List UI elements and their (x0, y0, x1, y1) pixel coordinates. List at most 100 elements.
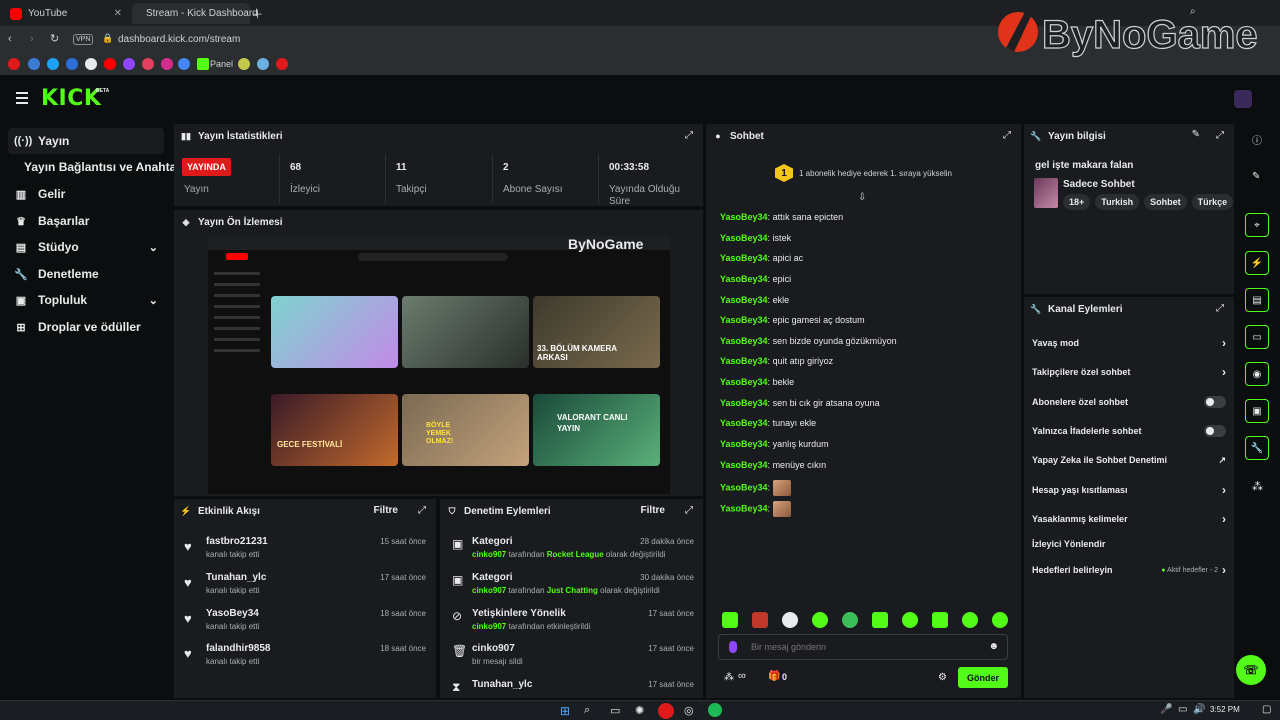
quick-action-button[interactable]: ⚡ (1245, 251, 1269, 275)
action-ai-moderation[interactable]: Yapay Zeka ile Sohbet Denetimi ↗ (1032, 450, 1226, 470)
emote-button[interactable] (812, 612, 828, 628)
chat-username[interactable]: YasoBey34 (720, 233, 768, 243)
chat-username[interactable]: YasoBey34 (720, 212, 768, 222)
new-tab-icon[interactable]: ＋ (252, 6, 263, 22)
moderator-name[interactable]: cinko907 (472, 550, 506, 559)
bookmark-icon[interactable] (161, 58, 173, 70)
community-icon[interactable]: ⁂ (1252, 480, 1263, 493)
settings-button[interactable]: 🔧 (1245, 436, 1269, 460)
nav-item-topluluk[interactable]: ▣ Topluluk ⌄ (8, 287, 164, 313)
emote-button[interactable] (872, 612, 888, 628)
action-goals[interactable]: Hedefleri belirleyin ● Aktif hedefler - … (1032, 560, 1226, 580)
send-button[interactable]: Gönder (958, 667, 1008, 688)
nav-item-studyo[interactable]: ▤ Stüdyo ⌄ (8, 234, 164, 260)
emote-button[interactable] (932, 612, 948, 628)
chat-username[interactable]: YasoBey34 (720, 482, 768, 492)
subscribers-only-toggle[interactable] (1204, 396, 1226, 408)
support-chat-button[interactable]: ☏ (1236, 655, 1266, 685)
close-icon[interactable]: ✕ (114, 8, 122, 19)
emoji-icon[interactable]: ☻ (988, 641, 999, 652)
expand-icon[interactable]: ⤢ (1003, 130, 1011, 141)
filter-button[interactable]: Filtre (374, 505, 398, 516)
chat-username[interactable]: YasoBey34 (720, 398, 768, 408)
tab-youtube[interactable]: YouTube ✕ (2, 3, 130, 24)
mod-button[interactable]: ▣ (1245, 399, 1269, 423)
windows-start-icon[interactable]: ⊞ (560, 704, 570, 718)
follower-name[interactable]: YasoBey34 (206, 608, 259, 619)
task-view-icon[interactable]: ▭ (610, 704, 620, 717)
hamburger-menu-icon[interactable] (16, 92, 28, 104)
browser-taskbar-icon[interactable] (658, 703, 674, 719)
notification-icon[interactable]: ▢ (1262, 704, 1271, 715)
expand-icon[interactable]: ⤢ (1216, 130, 1224, 141)
nav-item-basarilar[interactable]: ♛ Başarılar (8, 208, 164, 234)
nav-item-droplar[interactable]: ⊞ Droplar ve ödüller (8, 314, 164, 340)
nav-item-stream-key[interactable]: Yayın Bağlantısı ve Anahtarı (18, 154, 184, 180)
nav-item-gelir[interactable]: ▥ Gelir (8, 181, 164, 207)
mod-action-name[interactable]: Tunahan_ylc (472, 679, 532, 690)
url-field[interactable]: dashboard.kick.com/stream (118, 34, 240, 45)
bookmark-icon[interactable] (47, 58, 59, 70)
gift-icon[interactable]: 🎁 (768, 671, 780, 682)
tag-chip[interactable]: Türkçe (1191, 194, 1234, 210)
bookmark-icon[interactable] (276, 58, 288, 70)
microphone-icon[interactable]: 🎤 (1160, 704, 1172, 715)
chat-username[interactable]: YasoBey34 (720, 460, 768, 470)
chat-username[interactable]: YasoBey34 (720, 439, 768, 449)
follower-name[interactable]: Tunahan_ylc (206, 572, 266, 583)
chevron-down-icon[interactable]: ⌄ (149, 294, 158, 307)
emote-button[interactable] (782, 612, 798, 628)
emote-button[interactable] (992, 612, 1008, 628)
volume-icon[interactable]: 🔊 (1193, 704, 1205, 715)
bookmark-icon[interactable] (28, 58, 40, 70)
edit-pencil-icon[interactable]: ✎ (1192, 129, 1200, 140)
vpn-badge[interactable]: VPN (73, 34, 94, 45)
bookmark-icon[interactable] (142, 58, 154, 70)
edit-pencil-icon[interactable]: ✎ (1252, 171, 1260, 182)
kick-logo[interactable]: KICK (41, 86, 101, 111)
bookmark-icon[interactable] (66, 58, 78, 70)
clock-time[interactable]: 3:52 PM (1210, 705, 1240, 714)
tag-chip[interactable]: 18+ (1063, 194, 1091, 210)
mod-action-name[interactable]: cinko907 (472, 643, 515, 654)
sub-gift-banner[interactable]: 1 1 abonelik hediye ederek 1. sıraya yük… (706, 152, 1021, 194)
tag-chip[interactable]: Turkish (1095, 194, 1140, 210)
kick-bookmark-icon[interactable] (197, 58, 209, 70)
action-banned-words[interactable]: Yasaklanmış kelimeler › (1032, 509, 1226, 529)
spotify-icon[interactable] (708, 703, 722, 717)
info-icon[interactable]: ⓘ (1252, 132, 1262, 147)
clip-button[interactable]: ⌖ (1245, 213, 1269, 237)
chatgpt-icon[interactable]: ✺ (635, 704, 644, 717)
tab-kick-dashboard[interactable]: Stream - Kick Dashboard (132, 3, 258, 24)
bookmark-icon[interactable] (123, 58, 135, 70)
broadcast-button[interactable]: ◉ (1245, 362, 1269, 386)
chat-username[interactable]: YasoBey34 (720, 503, 768, 513)
network-icon[interactable]: ▭ (1178, 704, 1187, 715)
forward-icon[interactable]: › (30, 33, 34, 45)
chat-username[interactable]: YasoBey34 (720, 418, 768, 428)
obs-icon[interactable]: ◎ (684, 704, 694, 717)
chevron-down-icon[interactable]: ⌄ (149, 241, 158, 254)
moderator-name[interactable]: cinko907 (472, 586, 506, 595)
chat-username[interactable]: YasoBey34 (720, 315, 768, 325)
expand-icon[interactable]: ⤢ (418, 505, 426, 516)
emote-button[interactable] (962, 612, 978, 628)
bookmark-icon[interactable] (85, 58, 97, 70)
tag-chip[interactable]: Sohbet (1144, 194, 1187, 210)
category-name[interactable]: Sadece Sohbet (1063, 179, 1135, 190)
bookmark-panel[interactable]: Panel (210, 59, 233, 69)
emote-button[interactable] (842, 612, 858, 628)
action-raid[interactable]: İzleyici Yönlendir (1032, 534, 1226, 554)
emote-button[interactable] (902, 612, 918, 628)
chat-username[interactable]: YasoBey34 (720, 295, 768, 305)
expand-icon[interactable]: ⤢ (685, 130, 693, 141)
emotes-only-toggle[interactable] (1204, 425, 1226, 437)
action-followers-only[interactable]: Takipçilere özel sohbet › (1032, 362, 1226, 382)
bookmark-icon[interactable] (238, 58, 250, 70)
bookmark-icon[interactable] (8, 58, 20, 70)
filter-button[interactable]: Filtre (641, 505, 665, 516)
stream-preview-video[interactable]: ByNoGame 33. BÖLÜM KAMERA ARKASI GECE FE… (208, 236, 670, 494)
chat-username[interactable]: YasoBey34 (720, 253, 768, 263)
chat-username[interactable]: YasoBey34 (720, 356, 768, 366)
chat-username[interactable]: YasoBey34 (720, 274, 768, 284)
